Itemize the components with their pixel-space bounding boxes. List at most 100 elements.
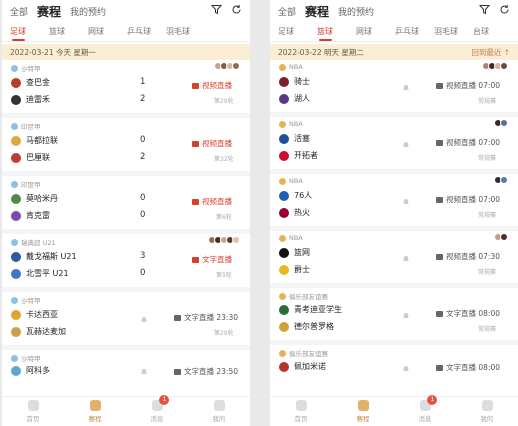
sport-tab-table-tennis[interactable]: 乒乓球 <box>395 26 434 41</box>
filter-icon[interactable] <box>211 4 222 15</box>
sport-tab-badminton[interactable]: 羽毛球 <box>434 26 473 41</box>
tabbar-messages[interactable]: 1 消息 <box>126 395 188 426</box>
home-score: 1 <box>140 77 146 87</box>
tab-my-reservations[interactable]: 我的预约 <box>338 5 374 18</box>
league-label: 沙特甲 <box>11 295 41 305</box>
league-label: 俱乐部友谊赛 <box>279 291 328 301</box>
league-label: 沙特甲 <box>11 63 41 73</box>
sport-tab-tennis[interactable]: 网球 <box>356 26 395 41</box>
team-logo <box>279 150 289 161</box>
team-logo <box>11 326 21 337</box>
sport-tab-badminton[interactable]: 羽毛球 <box>166 26 205 41</box>
sport-tabs: 足球 篮球 网球 乒乓球 羽毛球 台球 <box>270 22 518 42</box>
round-label: 第6轮 <box>216 214 232 221</box>
league-icon <box>11 238 18 246</box>
bell-icon[interactable] <box>140 368 148 376</box>
bell-icon[interactable] <box>140 316 148 324</box>
refresh-icon[interactable] <box>231 4 242 15</box>
tab-schedule[interactable]: 赛程 <box>305 3 329 20</box>
tab-my-reservations[interactable]: 我的预约 <box>70 5 106 18</box>
bottom-tab-bar: 首页 赛程 1 消息 我的 <box>2 395 250 426</box>
round-label: 第29轮 <box>214 98 234 105</box>
away-team: 开拓者 <box>279 150 318 161</box>
tabbar-home[interactable]: 首页 <box>270 397 332 426</box>
league-icon <box>279 292 286 300</box>
away-team: 瓦赫达麦加 <box>11 326 66 337</box>
sport-tab-basketball[interactable]: 篮球 <box>317 26 356 41</box>
tv-icon <box>192 198 199 205</box>
bell-icon[interactable] <box>402 84 410 92</box>
away-score: 0 <box>140 268 146 278</box>
match-row[interactable]: 沙特甲 卡达西亚 瓦赫达麦加 文字直播 23:30 第29轮 <box>2 292 250 350</box>
bell-icon[interactable] <box>402 255 410 263</box>
tabbar-schedule[interactable]: 赛程 <box>332 397 394 426</box>
bell-icon[interactable] <box>402 312 410 320</box>
video-live-label: 视频直播 07:00 <box>436 194 500 205</box>
sport-tab-football[interactable]: 足球 <box>10 26 49 41</box>
league-label: NBA <box>279 120 303 128</box>
tabbar-profile[interactable]: 我的 <box>456 397 518 426</box>
back-to-recent-button[interactable]: 回到最近 ↑ <box>471 47 510 58</box>
text-live-button[interactable]: 文字直播 <box>192 254 232 265</box>
league-label: 印度甲 <box>11 179 41 189</box>
tabbar-messages[interactable]: 1 消息 <box>394 395 456 426</box>
away-team: 肯克雷 <box>11 210 50 221</box>
sport-tab-billiards[interactable]: 台球 <box>473 26 493 41</box>
team-logo <box>11 152 21 163</box>
sport-tab-table-tennis[interactable]: 乒乓球 <box>127 26 166 41</box>
bell-icon[interactable] <box>402 198 410 206</box>
sport-tab-basketball[interactable]: 篮球 <box>49 26 88 41</box>
match-row[interactable]: NBA 76人 热火 视频直播 07:00 常规赛 <box>270 174 518 231</box>
tv-icon <box>192 82 199 89</box>
tabbar-profile[interactable]: 我的 <box>188 397 250 426</box>
league-label: NBA <box>279 63 303 71</box>
away-team: 德尔普罗格 <box>279 321 334 332</box>
match-row[interactable]: NBA 活塞 开拓者 视频直播 07:00 常规赛 <box>270 117 518 174</box>
basketball-icon <box>279 120 286 128</box>
video-live-button[interactable]: 视频直播 <box>192 196 232 207</box>
match-row[interactable]: 瑞典超 U21 戴戈福斯 U21 北雪平 U21 3 0 文字直播 第5轮 <box>2 234 250 292</box>
league-label: 沙特甲 <box>11 353 41 363</box>
round-label: 第32轮 <box>214 156 234 163</box>
match-row[interactable]: 沙特甲 查巴金 迪雷禾 1 2 视频直播 第29轮 <box>2 60 250 118</box>
top-header: 全部 赛程 我的预约 <box>270 0 518 22</box>
team-logo <box>279 321 289 332</box>
team-logo <box>11 193 21 204</box>
home-icon <box>27 400 39 411</box>
home-score: 3 <box>140 251 146 261</box>
sport-tab-football[interactable]: 足球 <box>278 26 317 41</box>
home-team: 戴戈福斯 U21 <box>11 251 77 262</box>
refresh-icon[interactable] <box>499 4 510 15</box>
match-row[interactable]: 俱乐部友谊赛 青考迪亚学生 德尔普罗格 文字直播 08:00 常规赛 <box>270 288 518 345</box>
team-logo <box>11 135 21 146</box>
match-row[interactable]: 印度甲 莫哈米丹 肯克雷 0 0 视频直播 第6轮 <box>2 176 250 234</box>
tab-schedule[interactable]: 赛程 <box>37 3 61 20</box>
tabbar-home[interactable]: 首页 <box>2 397 64 426</box>
sport-tab-tennis[interactable]: 网球 <box>88 26 127 41</box>
match-row[interactable]: NBA 篮网 爵士 视频直播 07:30 常规赛 <box>270 231 518 288</box>
anchor-avatars <box>494 119 508 127</box>
round-label: 常规赛 <box>478 98 497 105</box>
away-team: 热火 <box>279 207 310 218</box>
home-score: 0 <box>140 135 146 145</box>
match-row[interactable]: NBA 骑士 湖人 视频直播 07:00 常规赛 <box>270 60 518 117</box>
bell-icon[interactable] <box>402 141 410 149</box>
tabbar-schedule[interactable]: 赛程 <box>64 397 126 426</box>
date-label: 2022-03-22 明天 星期二 <box>278 47 364 57</box>
filter-icon[interactable] <box>479 4 490 15</box>
basketball-icon <box>279 63 286 71</box>
anchor-avatars <box>494 176 508 184</box>
league-icon <box>11 180 18 188</box>
league-label: NBA <box>279 234 303 242</box>
home-icon <box>295 400 307 411</box>
tab-all[interactable]: 全部 <box>278 5 296 18</box>
match-row[interactable]: 印尼甲 马都拉联 巴厘联 0 2 视频直播 第32轮 <box>2 118 250 176</box>
tab-all[interactable]: 全部 <box>10 5 28 18</box>
video-live-button[interactable]: 视频直播 <box>192 80 232 91</box>
home-team: 卡达西亚 <box>11 309 58 320</box>
league-icon <box>279 349 286 357</box>
video-live-label: 视频直播 07:30 <box>436 251 500 262</box>
bell-icon[interactable] <box>402 365 410 373</box>
home-team: 莫哈米丹 <box>11 193 58 204</box>
video-live-button[interactable]: 视频直播 <box>192 138 232 149</box>
